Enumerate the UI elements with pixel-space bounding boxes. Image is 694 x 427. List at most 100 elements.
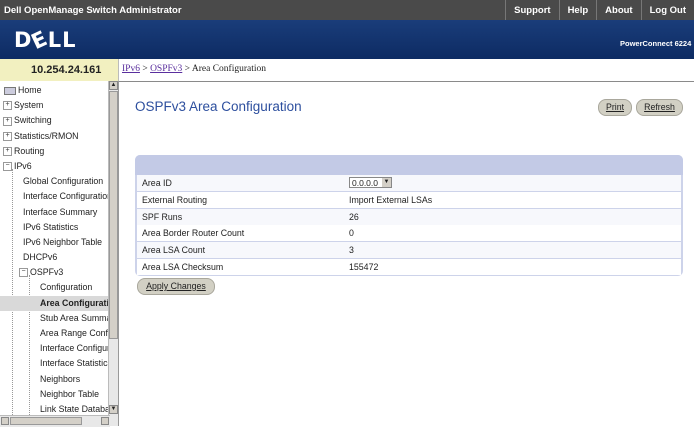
- about-link[interactable]: About: [596, 0, 640, 20]
- tree-item-label: IPv6 Statistics: [23, 221, 79, 232]
- tree-item-stub-area-summary[interactable]: Stub Area Summary: [0, 311, 110, 326]
- sidebar-horizontal-scrollbar[interactable]: [0, 415, 110, 427]
- tree-item-label: Stub Area Summary: [40, 312, 110, 323]
- field-row-area-id: Area ID 0.0.0.0 ▼: [137, 175, 681, 191]
- tree-item-label: Link State Database: [40, 403, 110, 414]
- sidebar-vertical-scrollbar[interactable]: ▲ ▼: [108, 81, 118, 426]
- device-ip-panel: 10.254.24.161: [0, 59, 119, 82]
- tree-item-label: Home: [18, 85, 42, 95]
- collapse-icon[interactable]: −: [3, 162, 12, 172]
- tree-item-label: DHCPv6: [23, 252, 58, 263]
- field-value: 0: [349, 228, 354, 239]
- help-link[interactable]: Help: [558, 0, 597, 20]
- scroll-down-icon[interactable]: ▼: [109, 405, 118, 414]
- tree-item-configuration[interactable]: Configuration: [0, 280, 110, 295]
- tree-item-label: System: [14, 100, 44, 111]
- panel-header: [135, 155, 683, 175]
- tree-item-ipv6-neighbor-table[interactable]: IPv6 Neighbor Table: [0, 235, 110, 250]
- field-value: Import External LSAs: [349, 194, 433, 205]
- field-value: 26: [349, 211, 359, 222]
- tree-item-label: Interface Configuration: [40, 343, 110, 354]
- page-title: OSPFv3 Area Configuration: [135, 99, 302, 114]
- area-id-select[interactable]: 0.0.0.0 ▼: [349, 177, 392, 188]
- apply-changes-button[interactable]: Apply Changes: [137, 278, 215, 295]
- tree-item-interface-summary[interactable]: Interface Summary: [0, 205, 110, 220]
- tree-item-label: Area Range Configuration: [40, 328, 110, 338]
- dell-logo: DELL: [14, 25, 77, 55]
- field-label: External Routing: [142, 194, 208, 205]
- breadcrumb-ipv6-link[interactable]: IPv6: [122, 64, 140, 74]
- field-row-area-lsa-count: Area LSA Count 3: [137, 242, 681, 259]
- expand-icon[interactable]: +: [3, 101, 12, 111]
- tree-item-area-range-configuration[interactable]: Area Range Configuration: [0, 326, 110, 341]
- expand-icon[interactable]: +: [3, 131, 12, 141]
- expand-icon[interactable]: +: [3, 116, 12, 126]
- field-row-external-routing: External Routing Import External LSAs: [137, 191, 681, 208]
- product-name: PowerConnect 6224: [620, 39, 692, 48]
- app-title: Dell OpenManage Switch Administrator: [4, 5, 182, 16]
- scroll-up-icon[interactable]: ▲: [109, 81, 118, 90]
- tree-item-interface-configuration[interactable]: Interface Configuration: [0, 189, 110, 204]
- tree-item-label: Area Configuration: [40, 297, 110, 308]
- field-value: 3: [349, 245, 354, 256]
- top-bar: Dell OpenManage Switch Administrator Sup…: [0, 0, 694, 20]
- tree-item-label: Interface Statistics: [40, 358, 110, 369]
- tree-item-ipv6-statistics[interactable]: IPv6 Statistics: [0, 220, 110, 235]
- tree-item-routing[interactable]: + Routing: [0, 144, 110, 159]
- breadcrumb-current: Area Configuration: [191, 64, 267, 74]
- tree-item-system[interactable]: + System: [0, 98, 110, 113]
- scroll-thumb[interactable]: [109, 91, 118, 339]
- tree-item-interface-statistics[interactable]: Interface Statistics: [0, 356, 110, 371]
- tree-item-interface-configuration[interactable]: Interface Configuration: [0, 341, 110, 356]
- tree-item-label: Neighbors: [40, 373, 81, 384]
- tree-item-ospfv3[interactable]: − OSPFv3: [0, 265, 110, 280]
- navigation-tree: Home + System + Switching + Statistics/RMON + Ro…: [0, 81, 119, 426]
- tree-item-switching[interactable]: + Switching: [0, 113, 110, 128]
- tree-item-area-configuration[interactable]: Area Configuration: [0, 295, 110, 311]
- tree-item-label: IPv6 Neighbor Table: [23, 236, 103, 247]
- tree-item-statistics-rmon[interactable]: + Statistics/RMON: [0, 129, 110, 144]
- chevron-down-icon[interactable]: ▼: [382, 178, 391, 187]
- tree-item-label: OSPFv3: [30, 267, 64, 278]
- tree-item-label: Configuration: [40, 282, 93, 293]
- support-link[interactable]: Support: [505, 0, 558, 20]
- tree-item-neighbor-table[interactable]: Neighbor Table: [0, 387, 110, 402]
- tree-item-label: IPv6: [14, 160, 32, 171]
- field-label: Area LSA Checksum: [142, 262, 224, 272]
- field-label: SPF Runs: [142, 211, 183, 222]
- tree-item-label: Interface Configuration: [23, 191, 110, 202]
- tree-item-label: Switching: [14, 115, 52, 126]
- area-id-value: 0.0.0.0: [352, 178, 378, 188]
- tree-item-global-configuration[interactable]: Global Configuration: [0, 174, 110, 189]
- field-label: Area ID: [142, 178, 172, 188]
- breadcrumb: IPv6 > OSPFv3 > Area Configuration: [122, 64, 267, 74]
- device-ip: 10.254.24.161: [31, 64, 102, 76]
- home-icon: [4, 86, 16, 95]
- logout-link[interactable]: Log Out: [640, 0, 694, 20]
- field-label: Area LSA Count: [142, 245, 206, 256]
- tree-item-neighbors[interactable]: Neighbors: [0, 372, 110, 387]
- tree-item-ipv6[interactable]: − IPv6: [0, 159, 110, 174]
- breadcrumb-divider: [119, 81, 694, 82]
- header-banner: DELL PowerConnect 6224: [0, 20, 694, 59]
- print-button[interactable]: Print: [598, 99, 632, 116]
- tree-item-home[interactable]: Home: [0, 83, 110, 98]
- tree-item-label: Routing: [14, 145, 45, 156]
- area-config-panel: Area ID 0.0.0.0 ▼ External Routing Import Ex…: [135, 155, 683, 276]
- field-row-area-border-router-count: Area Border Router Count 0: [137, 225, 681, 242]
- collapse-icon[interactable]: −: [19, 268, 28, 278]
- breadcrumb-ospfv3-link[interactable]: OSPFv3: [150, 64, 182, 74]
- tree-item-dhcpv6[interactable]: DHCPv6: [0, 250, 110, 265]
- expand-icon[interactable]: +: [3, 146, 12, 156]
- tree-item-label: Global Configuration: [23, 176, 104, 187]
- scroll-left-icon[interactable]: [1, 417, 9, 425]
- tree-item-label: Interface Summary: [23, 206, 98, 217]
- hscroll-thumb[interactable]: [10, 417, 82, 425]
- tree-items: Home + System + Switching + Statistics/RMON + Ro…: [0, 83, 110, 426]
- field-row-area-lsa-checksum: Area LSA Checksum 155472: [137, 259, 681, 275]
- field-value: 155472: [349, 262, 379, 272]
- tree-item-label: Neighbor Table: [40, 388, 100, 399]
- scroll-right-icon[interactable]: [101, 417, 109, 425]
- field-label: Area Border Router Count: [142, 228, 245, 239]
- refresh-button[interactable]: Refresh: [636, 99, 683, 116]
